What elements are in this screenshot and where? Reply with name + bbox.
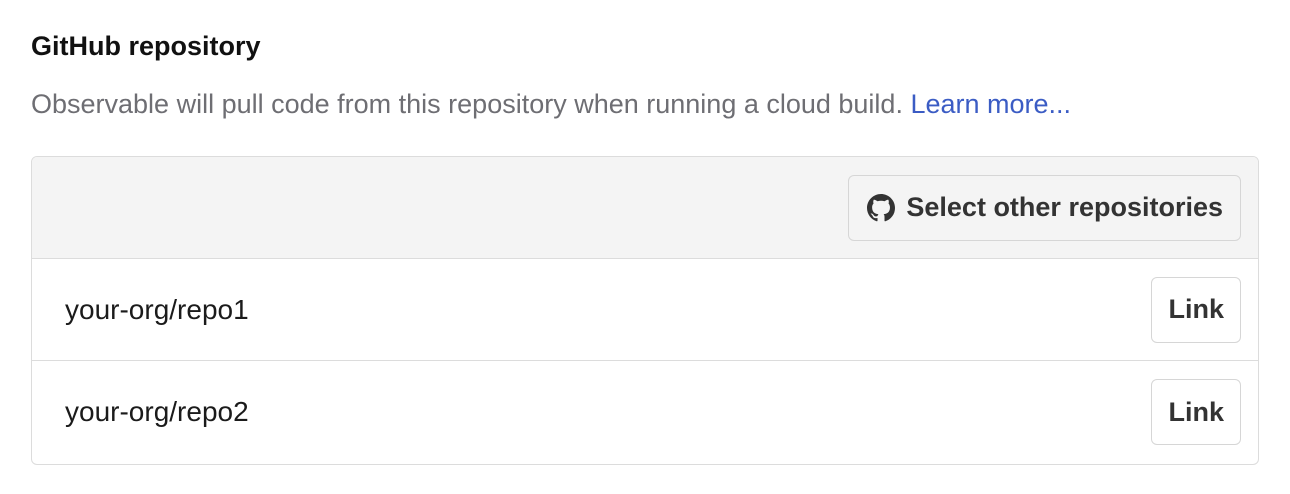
section-description: Observable will pull code from this repo… <box>31 86 1259 122</box>
repo-row: your-org/repo1 Link <box>32 259 1258 361</box>
section-title: GitHub repository <box>31 31 261 61</box>
link-repo2-button[interactable]: Link <box>1151 379 1241 445</box>
panel-header: Select other repositories <box>32 157 1258 259</box>
repo-name: your-org/repo2 <box>65 396 249 427</box>
learn-more-link[interactable]: Learn more... <box>910 89 1071 119</box>
select-other-repositories-label: Select other repositories <box>906 192 1223 222</box>
repository-panel: Select other repositories your-org/repo1… <box>31 156 1259 465</box>
repo-row: your-org/repo2 Link <box>32 361 1258 463</box>
github-repository-section: GitHub repository Observable will pull c… <box>31 28 1259 122</box>
select-other-repositories-button[interactable]: Select other repositories <box>848 174 1241 241</box>
description-text: Observable will pull code from this repo… <box>31 89 911 119</box>
repo-name: your-org/repo1 <box>65 293 249 325</box>
link-repo1-button[interactable]: Link <box>1151 276 1241 343</box>
github-icon <box>867 193 896 222</box>
